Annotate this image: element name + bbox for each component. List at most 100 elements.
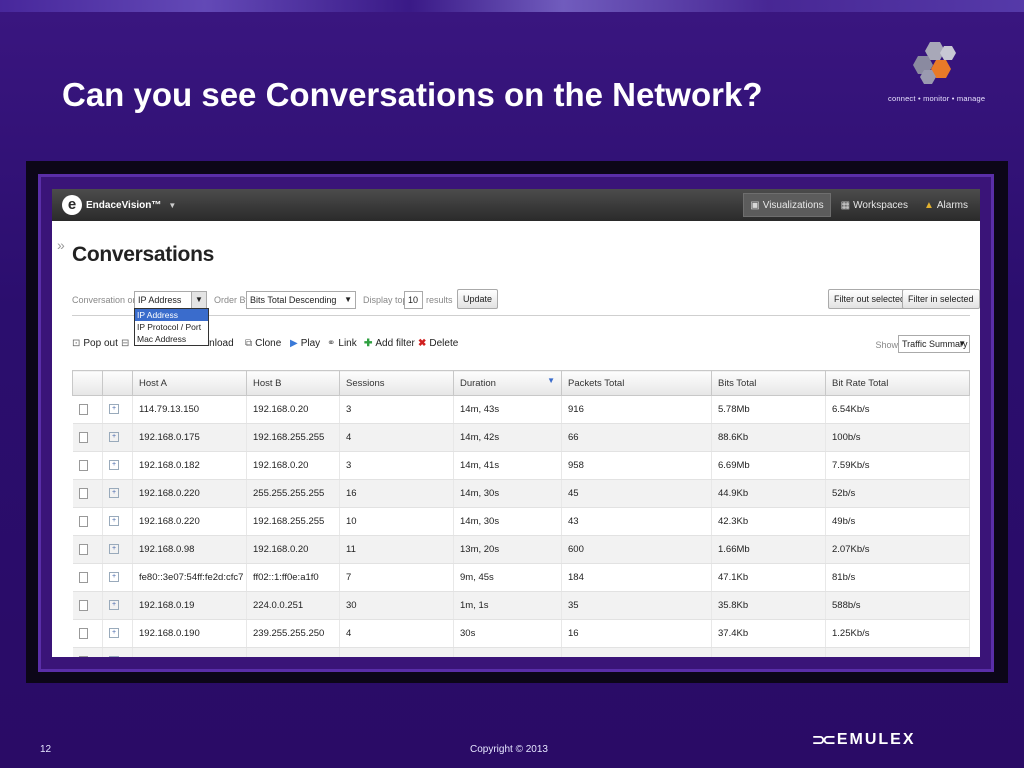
- table-row[interactable]: +192.168.0.19 224.0.0.251 30 1m, 1s 35 35.8Kb…: [72, 591, 970, 620]
- display-top-label: Display top: [363, 295, 408, 305]
- add-filter-button[interactable]: ✚ Add filter: [364, 338, 415, 349]
- header-sessions[interactable]: Sessions: [339, 370, 454, 396]
- table-cell: 192.168.255.255: [246, 507, 340, 536]
- table-cell: 192.168.0.190: [132, 619, 247, 648]
- table-header-row: Host A Host B Sessions Duration ▼ Packet…: [72, 370, 970, 396]
- row-checkbox[interactable]: [78, 487, 88, 499]
- showing-select[interactable]: Traffic Summary ▼: [898, 335, 970, 353]
- expand-sidebar-icon[interactable]: »: [57, 237, 65, 253]
- table-cell: 192.168.0.220: [132, 507, 247, 536]
- dropdown-option-mac-address[interactable]: Mac Address: [135, 333, 208, 345]
- nav-visualizations[interactable]: ▣ Visualizations: [743, 193, 831, 217]
- table-cell: 1.66Mb: [711, 535, 826, 564]
- table-row[interactable]: +192.168.0.98 192.168.0.20 11 13m, 20s 600 1.…: [72, 535, 970, 564]
- update-button[interactable]: Update: [457, 289, 499, 309]
- chevron-down-icon: ▼: [168, 200, 177, 210]
- brand-menu[interactable]: e EndaceVision™ ▼: [62, 195, 176, 215]
- row-checkbox[interactable]: [78, 431, 88, 443]
- row-checkbox-cell: [72, 395, 103, 424]
- row-expand-cell: +: [102, 507, 133, 536]
- row-checkbox[interactable]: [78, 515, 88, 527]
- header-host-b[interactable]: Host B: [246, 370, 340, 396]
- table-row[interactable]: +192.168.0.220 192.168.255.255 10 14m, 30s 4…: [72, 507, 970, 536]
- pop-out-button[interactable]: ⊡ Pop out: [72, 338, 118, 349]
- row-checkbox[interactable]: [78, 599, 88, 611]
- play-icon: ▶: [290, 338, 298, 349]
- table-cell: 10: [339, 507, 454, 536]
- table-row[interactable]: + fe80::3e07:54ff:fe2d:cfc7 ff02::1:ff0e:a…: [72, 563, 970, 592]
- expand-column-header: [102, 370, 133, 396]
- header-bits-total[interactable]: Bits Total: [711, 370, 826, 396]
- row-checkbox[interactable]: [78, 571, 88, 583]
- close-icon: ✖: [418, 338, 427, 349]
- table-cell: 35.8Kb: [711, 591, 826, 620]
- expand-row-icon[interactable]: +: [109, 572, 119, 583]
- slide-title: Can you see Conversations on the Network…: [62, 76, 763, 113]
- table-cell: 239.255.255.250: [246, 647, 340, 657]
- expand-row-icon[interactable]: +: [109, 488, 119, 499]
- tagline-manage: manage: [956, 94, 986, 103]
- row-checkbox[interactable]: [78, 543, 88, 555]
- emulex-wordmark: EMULEX: [836, 731, 916, 748]
- table-row[interactable]: +192.168.0.175 192.168.255.255 4 14m, 42s 66…: [72, 423, 970, 452]
- play-button[interactable]: ▶ Play: [290, 338, 320, 349]
- table-cell: 6.69Mb: [711, 451, 826, 480]
- header-duration[interactable]: Duration ▼: [453, 370, 562, 396]
- table-cell: 5.78Mb: [711, 395, 826, 424]
- top-nav: ▣ Visualizations ▦ Workspaces ▲ Alarms: [743, 193, 974, 217]
- conversations-table: Host A Host B Sessions Duration ▼ Packet…: [72, 370, 970, 657]
- nav-alarms[interactable]: ▲ Alarms: [918, 193, 974, 217]
- header-packets-total[interactable]: Packets Total: [561, 370, 712, 396]
- order-by-select[interactable]: Bits Total Descending ▼: [246, 291, 356, 309]
- table-cell: 192.168.0.20: [246, 535, 340, 564]
- table-cell: 411Kb/s: [825, 647, 970, 657]
- table-cell: 7.59Kb/s: [825, 451, 970, 480]
- display-top-value: 10: [408, 295, 419, 305]
- tagline: connect • monitor • manage: [888, 94, 986, 103]
- header-bit-rate-total[interactable]: Bit Rate Total: [825, 370, 970, 396]
- delete-label: Delete: [429, 338, 459, 349]
- table-cell: 192.168.0.19: [132, 591, 247, 620]
- header-duration-label: Duration: [460, 377, 496, 389]
- row-checkbox[interactable]: [78, 459, 88, 471]
- table-row[interactable]: +192.168.0.254239.255.255.250151s150411K…: [72, 647, 970, 657]
- nav-workspaces[interactable]: ▦ Workspaces: [835, 193, 914, 217]
- filter-out-selected-button[interactable]: Filter out selected: [828, 289, 912, 309]
- row-checkbox-cell: [72, 451, 103, 480]
- row-checkbox[interactable]: [78, 655, 88, 657]
- clone-button[interactable]: ⧉ Clone: [245, 338, 281, 349]
- table-row[interactable]: +192.168.0.220 255.255.255.255 16 14m, 30s 4…: [72, 479, 970, 508]
- expand-row-icon[interactable]: +: [109, 600, 119, 611]
- table-row[interactable]: +192.168.0.190 239.255.255.250 4 30s 16 37.4K…: [72, 619, 970, 648]
- expand-row-icon[interactable]: +: [109, 460, 119, 471]
- order-by-label: Order By: [214, 295, 251, 305]
- order-by-value: Bits Total Descending: [250, 295, 337, 305]
- dropdown-option-ip-protocol-port[interactable]: IP Protocol / Port: [135, 321, 208, 333]
- display-top-input[interactable]: 10: [404, 291, 423, 309]
- expand-row-icon[interactable]: +: [109, 628, 119, 639]
- row-checkbox-cell: [72, 591, 103, 620]
- table-row[interactable]: +192.168.0.182 192.168.0.20 3 14m, 41s 958 6.…: [72, 451, 970, 480]
- table-cell: 255.255.255.255: [246, 479, 340, 508]
- chevron-down-icon: ▼: [191, 292, 206, 308]
- plus-icon: ✚: [364, 338, 373, 349]
- table-cell: 14m, 30s: [453, 507, 562, 536]
- row-checkbox-cell: [72, 619, 103, 648]
- table-cell: 45: [561, 479, 712, 508]
- expand-row-icon[interactable]: +: [109, 544, 119, 555]
- table-row[interactable]: +114.79.13.150 192.168.0.20 3 14m, 43s 916 5.…: [72, 395, 970, 424]
- conversation-on-select[interactable]: IP Address ▼: [134, 291, 207, 309]
- row-checkbox[interactable]: [78, 403, 88, 415]
- expand-row-icon[interactable]: +: [109, 432, 119, 443]
- header-host-a[interactable]: Host A: [132, 370, 247, 396]
- endacevision-window: e EndaceVision™ ▼ ▣ Visualizations ▦ Wor…: [52, 189, 980, 657]
- link-button[interactable]: ⚭ Link: [327, 338, 357, 349]
- nav-alarms-label: Alarms: [936, 199, 968, 211]
- expand-row-icon[interactable]: +: [109, 516, 119, 527]
- delete-button[interactable]: ✖ Delete: [418, 338, 458, 349]
- expand-row-icon[interactable]: +: [109, 656, 119, 657]
- row-checkbox[interactable]: [78, 627, 88, 639]
- expand-row-icon[interactable]: +: [109, 404, 119, 415]
- filter-in-selected-button[interactable]: Filter in selected: [902, 289, 980, 309]
- dropdown-option-ip-address[interactable]: IP Address: [135, 309, 208, 321]
